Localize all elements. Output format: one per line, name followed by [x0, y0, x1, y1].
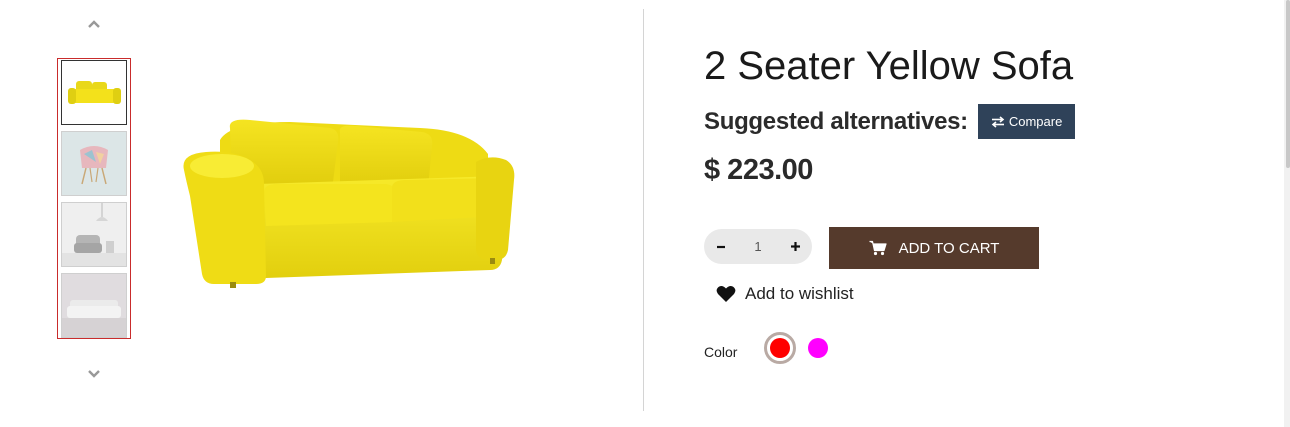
color-swatch-red-fill — [770, 338, 790, 358]
plus-icon — [790, 242, 800, 251]
exchange-arrows-icon — [991, 115, 1005, 128]
color-swatch-red[interactable] — [764, 332, 796, 364]
quantity-stepper — [704, 229, 812, 264]
chevron-down-icon — [88, 370, 100, 378]
thumbnail-yellow-sofa[interactable] — [61, 60, 127, 125]
thumbnail-scroll-up-button[interactable] — [82, 14, 106, 34]
quantity-decrease-button[interactable] — [704, 229, 738, 264]
product-page: 2 Seater Yellow Sofa Suggested alternati… — [0, 0, 1290, 427]
add-to-wishlist-link[interactable]: Add to wishlist — [716, 284, 854, 304]
compare-button[interactable]: Compare — [977, 104, 1076, 139]
thumbnail-grey-sofa[interactable] — [61, 273, 127, 338]
quantity-input[interactable] — [738, 238, 778, 255]
thumbnail-strip — [57, 58, 131, 339]
quantity-increase-button[interactable] — [778, 229, 812, 264]
column-divider — [643, 9, 644, 411]
product-price: $ 223.00 — [704, 154, 813, 186]
chevron-up-icon — [88, 20, 100, 28]
suggested-alternatives-row: Suggested alternatives: Compare — [704, 104, 1076, 139]
product-title: 2 Seater Yellow Sofa — [704, 44, 1074, 88]
color-label: Color — [704, 344, 738, 360]
heart-icon — [716, 286, 736, 302]
color-selector: Color — [704, 332, 828, 364]
page-scrollbar-thumb[interactable] — [1286, 0, 1290, 168]
thumbnail-scroll-down-button[interactable] — [82, 364, 106, 384]
compare-button-label: Compare — [1008, 114, 1063, 129]
add-to-cart-label: ADD TO CART — [898, 239, 1000, 257]
minus-icon — [717, 245, 725, 248]
add-to-cart-button[interactable]: ADD TO CART — [829, 227, 1039, 269]
suggested-alternatives-label: Suggested alternatives: — [704, 107, 968, 135]
wishlist-label: Add to wishlist — [745, 284, 854, 303]
color-swatch-magenta[interactable] — [808, 338, 828, 358]
thumbnail-grey-armchair[interactable] — [61, 202, 127, 267]
shopping-cart-icon — [869, 240, 887, 256]
main-product-image[interactable] — [170, 100, 530, 300]
thumbnail-patterned-chair[interactable] — [61, 131, 127, 196]
